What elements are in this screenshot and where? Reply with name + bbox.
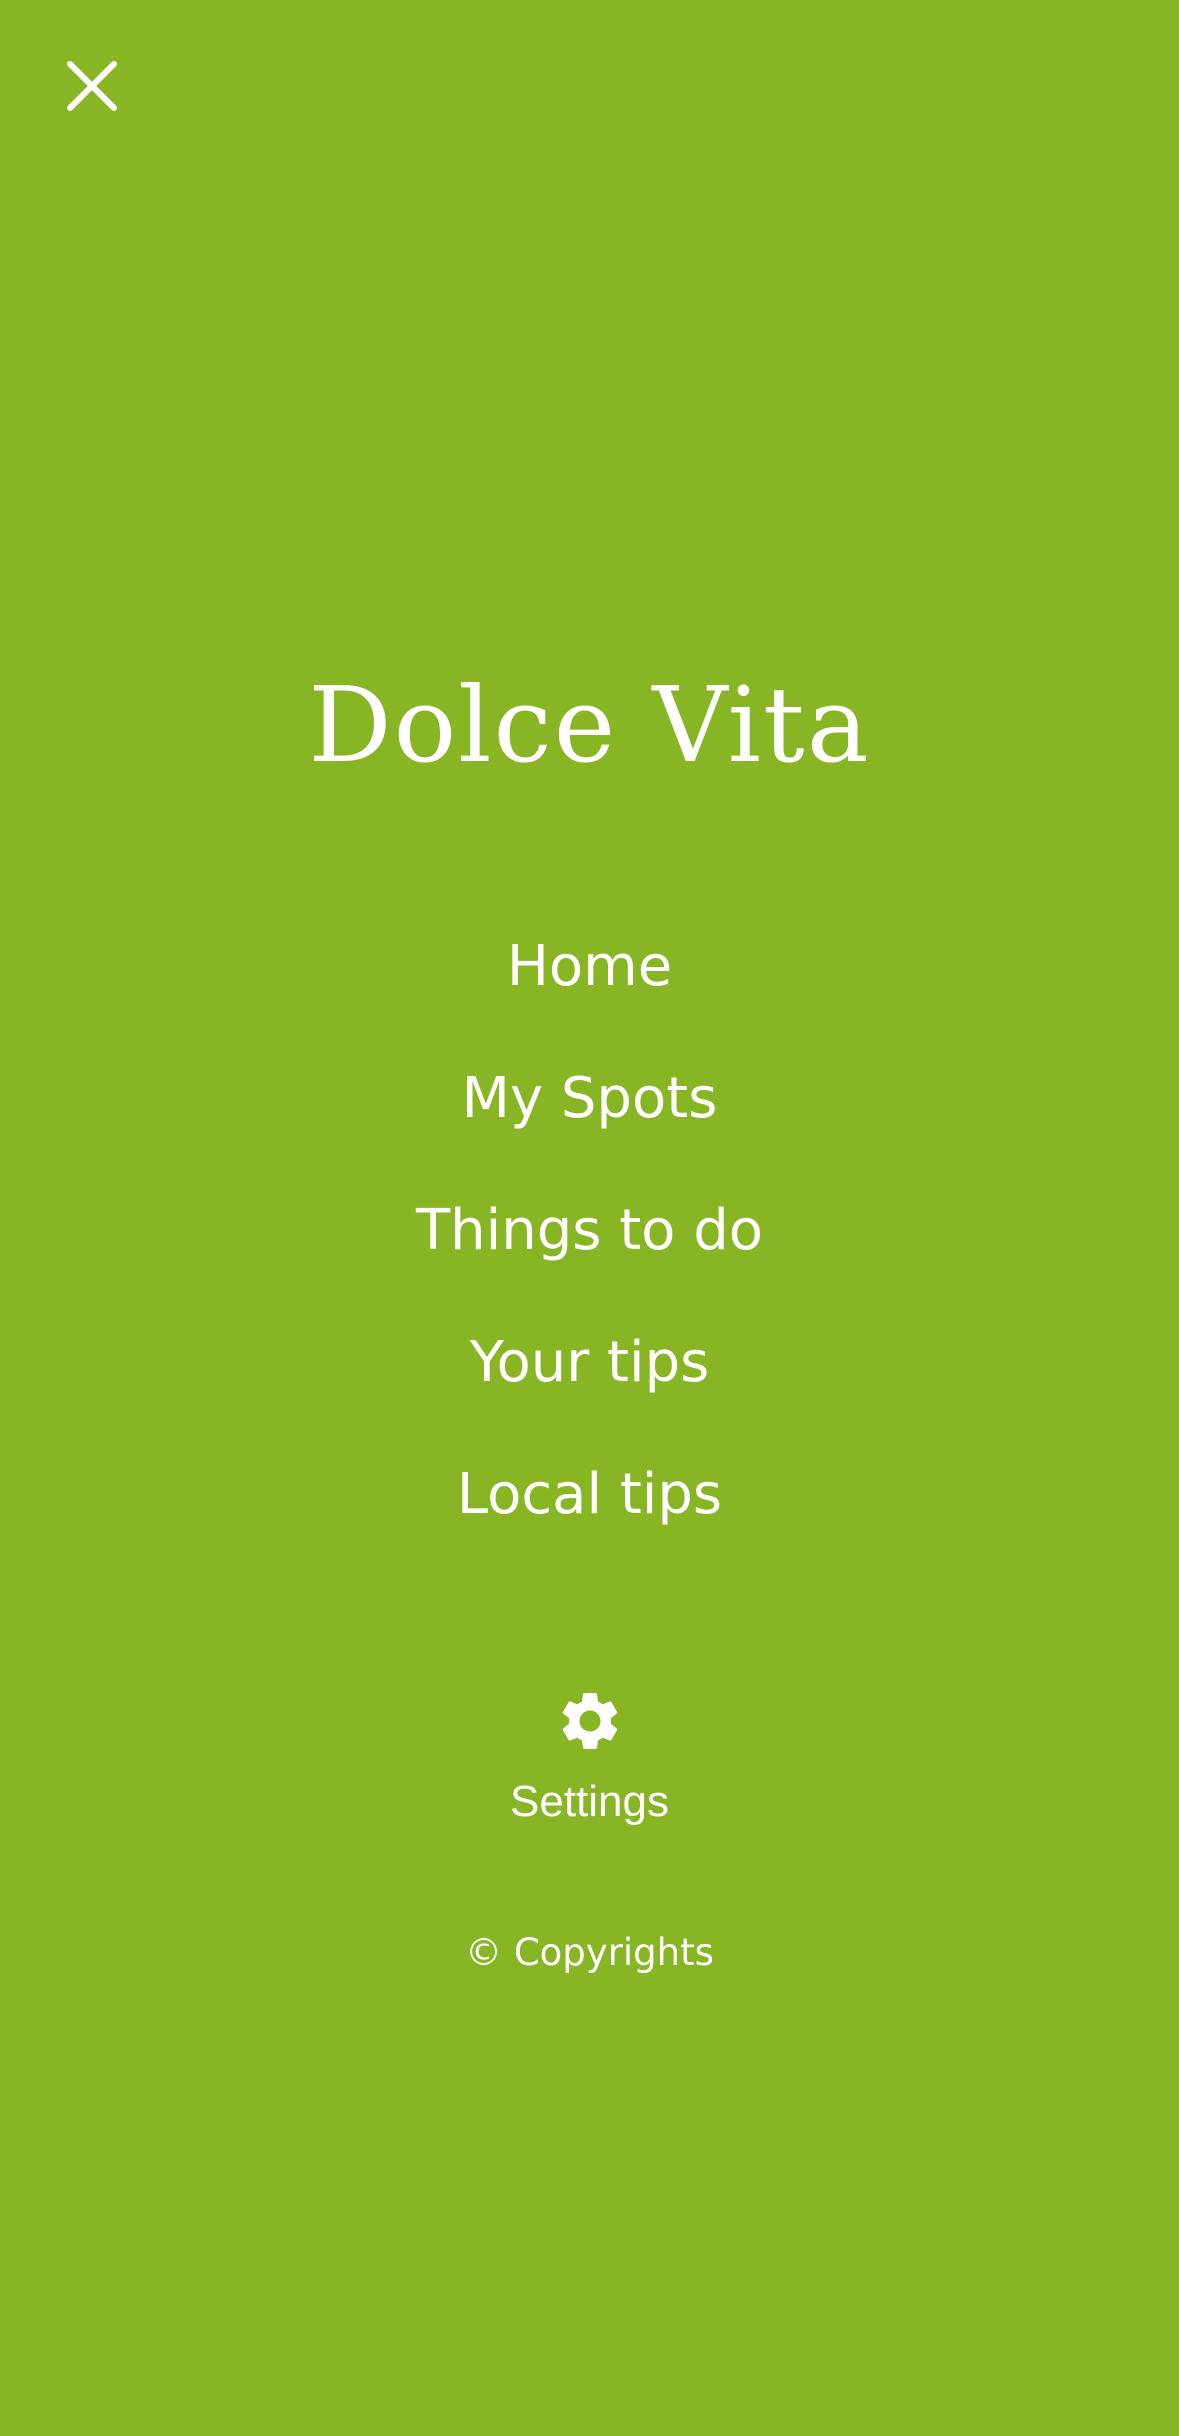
copyright-text: © Copyrights — [465, 1931, 714, 1974]
menu-item-your-tips[interactable]: Your tips — [0, 1313, 1179, 1445]
close-button[interactable] — [62, 56, 122, 116]
settings-label: Settings — [510, 1777, 669, 1826]
close-icon — [67, 61, 117, 111]
menu-item-label[interactable]: Local tips — [457, 1462, 722, 1527]
gear-icon — [562, 1693, 617, 1749]
brand-logo-title: Dolce Vita — [308, 664, 871, 786]
menu-item-local-tips[interactable]: Local tips — [0, 1445, 1179, 1577]
menu-item-my-spots[interactable]: My Spots — [0, 1049, 1179, 1181]
menu-item-home[interactable]: Home — [0, 917, 1179, 1049]
main-menu: Home My Spots Things to do Your tips Loc… — [0, 917, 1179, 1577]
menu-item-label[interactable]: My Spots — [462, 1066, 718, 1131]
menu-item-label[interactable]: Things to do — [416, 1198, 763, 1263]
menu-item-label[interactable]: Your tips — [470, 1330, 710, 1395]
settings-button[interactable]: Settings — [0, 1686, 1179, 1832]
menu-item-label[interactable]: Home — [507, 934, 672, 999]
menu-item-things-to-do[interactable]: Things to do — [0, 1181, 1179, 1313]
